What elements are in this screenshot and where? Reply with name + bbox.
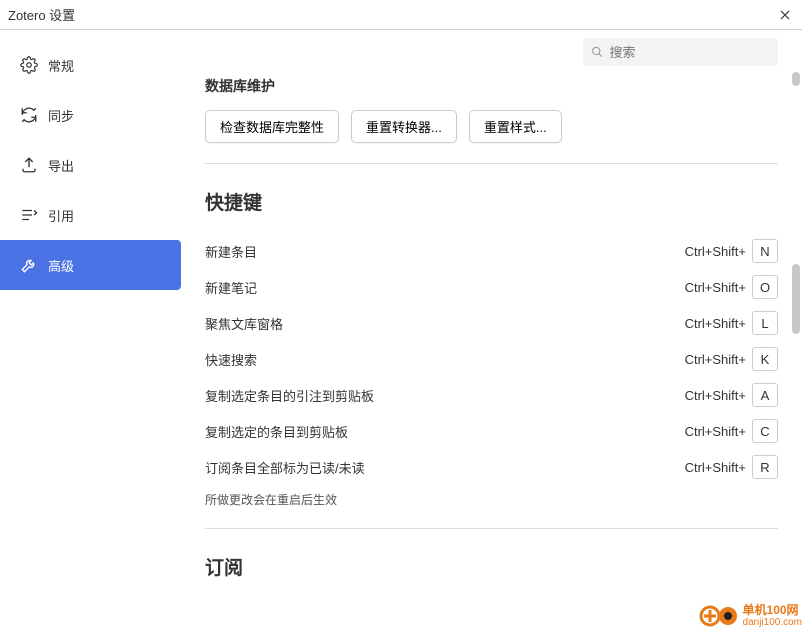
sidebar-item-general[interactable]: 常规 <box>0 40 185 90</box>
sidebar-item-label: 同步 <box>48 106 74 125</box>
divider <box>205 528 778 529</box>
shortcut-modifier: Ctrl+Shift+ <box>685 424 746 439</box>
search-input[interactable] <box>610 45 770 60</box>
shortcut-key-input[interactable]: O <box>752 275 778 299</box>
shortcut-row: 复制选定的条目到剪贴板 Ctrl+Shift+ C <box>205 413 778 449</box>
main-content: 数据库维护 检查数据库完整性 重置转换器... 重置样式... 快捷键 新建条目… <box>185 30 802 632</box>
sidebar-item-cite[interactable]: 引用 <box>0 190 185 240</box>
db-button-row: 检查数据库完整性 重置转换器... 重置样式... <box>205 110 778 143</box>
scrollbar[interactable] <box>792 64 800 626</box>
shortcut-key-input[interactable]: C <box>752 419 778 443</box>
shortcut-row: 快速搜索 Ctrl+Shift+ K <box>205 341 778 377</box>
shortcut-modifier: Ctrl+Shift+ <box>685 460 746 475</box>
container: 常规 同步 导出 引用 高级 <box>0 30 802 632</box>
tools-icon <box>20 256 38 274</box>
shortcut-key-input[interactable]: K <box>752 347 778 371</box>
shortcut-key-input[interactable]: N <box>752 239 778 263</box>
watermark-line1: 单机100网 <box>743 604 802 617</box>
reset-translators-button[interactable]: 重置转换器... <box>351 110 457 143</box>
sync-icon <box>20 106 38 124</box>
close-button[interactable] <box>778 8 792 22</box>
shortcut-modifier: Ctrl+Shift+ <box>685 388 746 403</box>
watermark-line2: danji100.com <box>743 617 802 628</box>
divider <box>205 163 778 164</box>
check-integrity-button[interactable]: 检查数据库完整性 <box>205 110 339 143</box>
search-box[interactable] <box>583 38 778 66</box>
shortcut-row: 新建笔记 Ctrl+Shift+ O <box>205 269 778 305</box>
section-title-shortcuts: 快捷键 <box>205 188 778 215</box>
sidebar-item-label: 导出 <box>48 156 74 175</box>
shortcut-label: 快速搜索 <box>205 350 257 369</box>
shortcut-combo: Ctrl+Shift+ K <box>685 347 778 371</box>
shortcut-note: 所做更改会在重启后生效 <box>205 491 778 508</box>
shortcut-modifier: Ctrl+Shift+ <box>685 316 746 331</box>
shortcut-combo: Ctrl+Shift+ A <box>685 383 778 407</box>
sidebar-item-export[interactable]: 导出 <box>0 140 185 190</box>
reset-styles-button[interactable]: 重置样式... <box>469 110 562 143</box>
export-icon <box>20 156 38 174</box>
section-title-subscribe: 订阅 <box>205 553 778 580</box>
search-icon <box>591 45 604 59</box>
shortcut-row: 聚焦文库窗格 Ctrl+Shift+ L <box>205 305 778 341</box>
watermark-icon <box>699 604 739 628</box>
sidebar: 常规 同步 导出 引用 高级 <box>0 30 185 632</box>
shortcut-key-input[interactable]: R <box>752 455 778 479</box>
scroll-up-indicator <box>792 72 800 86</box>
shortcut-row: 订阅条目全部标为已读/未读 Ctrl+Shift+ R <box>205 449 778 485</box>
sidebar-item-advanced[interactable]: 高级 <box>0 240 181 290</box>
sidebar-item-label: 引用 <box>48 206 74 225</box>
shortcut-row: 新建条目 Ctrl+Shift+ N <box>205 233 778 269</box>
shortcut-label: 订阅条目全部标为已读/未读 <box>205 458 365 477</box>
sidebar-item-label: 高级 <box>48 256 74 275</box>
shortcut-list: 新建条目 Ctrl+Shift+ N 新建笔记 Ctrl+Shift+ O 聚焦文库窗格 Ct… <box>205 233 778 485</box>
window-title: Zotero 设置 <box>8 5 75 24</box>
section-title-db: 数据库维护 <box>205 76 778 96</box>
scrollbar-thumb[interactable] <box>792 264 800 334</box>
close-icon <box>780 10 790 20</box>
shortcut-key-input[interactable]: A <box>752 383 778 407</box>
shortcut-label: 新建笔记 <box>205 278 257 297</box>
shortcut-modifier: Ctrl+Shift+ <box>685 352 746 367</box>
shortcut-combo: Ctrl+Shift+ R <box>685 455 778 479</box>
watermark: 单机100网 danji100.com <box>699 604 802 628</box>
shortcut-label: 复制选定条目的引注到剪贴板 <box>205 386 374 405</box>
gear-icon <box>20 56 38 74</box>
shortcut-combo: Ctrl+Shift+ L <box>685 311 778 335</box>
cite-icon <box>20 206 38 224</box>
titlebar: Zotero 设置 <box>0 0 802 30</box>
sidebar-item-label: 常规 <box>48 56 74 75</box>
shortcut-label: 复制选定的条目到剪贴板 <box>205 422 348 441</box>
sidebar-item-sync[interactable]: 同步 <box>0 90 185 140</box>
shortcut-combo: Ctrl+Shift+ N <box>685 239 778 263</box>
shortcut-label: 新建条目 <box>205 242 257 261</box>
shortcut-label: 聚焦文库窗格 <box>205 314 283 333</box>
shortcut-modifier: Ctrl+Shift+ <box>685 280 746 295</box>
shortcut-row: 复制选定条目的引注到剪贴板 Ctrl+Shift+ A <box>205 377 778 413</box>
shortcut-modifier: Ctrl+Shift+ <box>685 244 746 259</box>
shortcut-combo: Ctrl+Shift+ O <box>685 275 778 299</box>
shortcut-key-input[interactable]: L <box>752 311 778 335</box>
shortcut-combo: Ctrl+Shift+ C <box>685 419 778 443</box>
